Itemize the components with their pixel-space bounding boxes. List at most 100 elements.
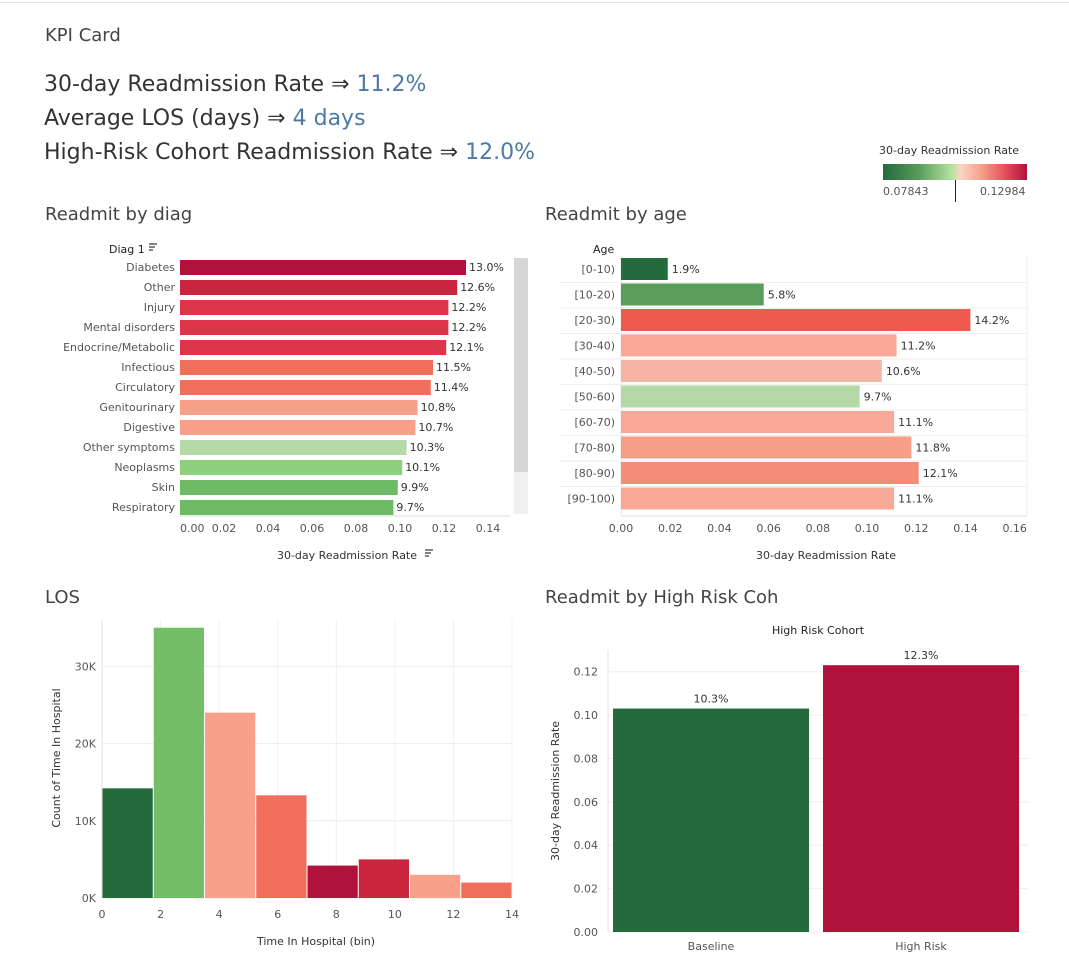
diag-chart-scrollbar[interactable] [514, 258, 528, 514]
diag-bar[interactable] [180, 440, 407, 455]
los-y-tick: 30K [75, 660, 97, 673]
kpi-high-risk-rate: High-Risk Cohort Readmission Rate ⇒ 12.0… [44, 140, 535, 165]
diag-bar[interactable] [180, 500, 394, 515]
age-x-tick: 0.14 [953, 522, 978, 535]
diag-x-tick: 0.08 [344, 522, 369, 535]
age-bar[interactable] [621, 411, 895, 433]
highrisk-bar-label: 12.3% [904, 649, 939, 662]
age-bar[interactable] [621, 436, 912, 459]
diag-bar[interactable] [180, 360, 433, 375]
color-legend-title: 30-day Readmission Rate [879, 144, 1020, 157]
age-bar-label: 11.2% [901, 340, 936, 353]
kpi-highrisk-label: High-Risk Cohort Readmission Rate ⇒ [44, 140, 459, 165]
age-category-label: [70-80) [574, 442, 615, 455]
age-bar-label: 1.9% [672, 263, 700, 276]
kpi-card-title: KPI Card [45, 25, 121, 46]
age-bar[interactable] [621, 385, 860, 408]
highrisk-y-tick: 0.12 [574, 666, 599, 679]
diag-bar[interactable] [180, 300, 449, 315]
highrisk-bar[interactable] [613, 708, 809, 932]
los-histogram-bar[interactable] [358, 859, 409, 898]
los-histogram-chart[interactable]: 0K 10K 20K 30K 0 2 4 6 8 10 12 14 Time In Hospital (… [0, 615, 530, 954]
los-y-tick: 20K [75, 738, 97, 751]
diag-bar-label: 12.2% [451, 301, 486, 314]
section-title-los: LOS [45, 587, 80, 608]
diag-bar[interactable] [180, 320, 449, 335]
los-histogram-bar[interactable] [410, 874, 461, 898]
diag-x-tick: 0.02 [212, 522, 237, 535]
age-bar-label: 11.8% [915, 442, 950, 455]
diag-category-label: Infectious [121, 361, 175, 374]
diag-bar[interactable] [180, 420, 416, 435]
diag-bar-label: 10.7% [418, 421, 453, 434]
age-bar[interactable] [621, 334, 897, 357]
diag-readmission-chart[interactable]: Diag 1 Diabetes 13.0% Other 12.6% Injury 12.2%… [0, 235, 520, 575]
kpi-readmission-label: 30-day Readmission Rate ⇒ [44, 72, 350, 97]
age-category-label: [0-10) [581, 263, 615, 276]
diag-bar[interactable] [180, 380, 431, 395]
diag-bar-label: 13.0% [469, 261, 504, 274]
diag-bar-label: 11.5% [436, 361, 471, 374]
diag-category-label: Diabetes [126, 261, 175, 274]
highrisk-y-tick: 0.02 [574, 883, 599, 896]
age-category-label: [40-50) [574, 365, 615, 378]
diag-chart-scroll-thumb[interactable] [514, 258, 528, 472]
color-legend-max: 0.12984 [980, 185, 1026, 198]
age-bar[interactable] [621, 360, 882, 382]
color-legend-gradient[interactable] [883, 164, 1027, 180]
los-y-tick: 10K [75, 815, 97, 828]
highrisk-y-tick: 0.06 [574, 796, 599, 809]
age-readmission-chart[interactable]: Age [0-10) 1.9% [10-20) 5.8% [20-30) 14.2% [30-… [540, 235, 1060, 575]
sort-icon [149, 243, 157, 251]
diag-x-tick: 0.06 [300, 522, 325, 535]
los-histogram-bar[interactable] [256, 795, 307, 898]
highrisk-y-tick: 0.08 [574, 752, 599, 765]
los-histogram-bar[interactable] [307, 865, 358, 898]
age-x-tick: 0.06 [756, 522, 781, 535]
diag-category-label: Other symptoms [83, 441, 175, 454]
color-legend-min: 0.07843 [883, 185, 929, 198]
diag-bar[interactable] [180, 460, 403, 475]
los-y-tick: 0K [82, 892, 97, 905]
age-bar-label: 11.1% [898, 493, 933, 506]
diag-bar[interactable] [180, 280, 458, 295]
age-bar[interactable] [621, 487, 895, 510]
color-legend-marker [955, 180, 956, 202]
diag-category-label: Mental disorders [83, 321, 175, 334]
age-category-label: [50-60) [574, 391, 615, 404]
section-title-highrisk: Readmit by High Risk Coh [545, 587, 779, 608]
diag-bar-label: 9.9% [401, 481, 429, 494]
age-x-tick: 0.10 [855, 522, 880, 535]
highrisk-y-tick: 0.00 [574, 926, 599, 939]
diag-bar[interactable] [180, 480, 398, 495]
age-bar[interactable] [621, 283, 764, 306]
los-histogram-bar[interactable] [461, 882, 512, 898]
los-histogram-bar[interactable] [102, 788, 153, 898]
age-category-label: [90-100) [567, 493, 615, 506]
highrisk-bar-label: 10.3% [694, 693, 729, 706]
kpi-los-label: Average LOS (days) ⇒ [44, 106, 286, 131]
los-histogram-bar[interactable] [205, 712, 256, 898]
highrisk-bar[interactable] [823, 665, 1019, 932]
highrisk-cohort-chart[interactable]: High Risk Cohort 0.00 0.02 0.04 0.06 0.08 0.10… [540, 615, 1069, 954]
age-category-label: [20-30) [574, 314, 615, 327]
age-bar[interactable] [621, 309, 971, 331]
los-x-tick: 14 [505, 908, 519, 921]
diag-category-label: Endocrine/Metabolic [63, 341, 175, 354]
diag-bar-label: 9.7% [396, 501, 424, 514]
diag-bar-label: 10.1% [405, 461, 440, 474]
diag-bar-label: 12.6% [460, 281, 495, 294]
age-bar[interactable] [621, 258, 668, 280]
diag-x-tick: 0.04 [256, 522, 281, 535]
diag-bar[interactable] [180, 400, 418, 415]
section-title-age: Readmit by age [545, 204, 687, 225]
los-histogram-bar[interactable] [153, 627, 204, 898]
diag-bar[interactable] [180, 260, 466, 275]
highrisk-category-label: Baseline [688, 940, 735, 953]
diag-bar-label: 11.4% [434, 381, 469, 394]
diag-bar[interactable] [180, 340, 447, 355]
age-bar[interactable] [621, 462, 919, 484]
diag-bar-label: 10.8% [421, 401, 456, 414]
age-category-label: [80-90) [574, 467, 615, 480]
diag-category-label: Other [144, 281, 176, 294]
